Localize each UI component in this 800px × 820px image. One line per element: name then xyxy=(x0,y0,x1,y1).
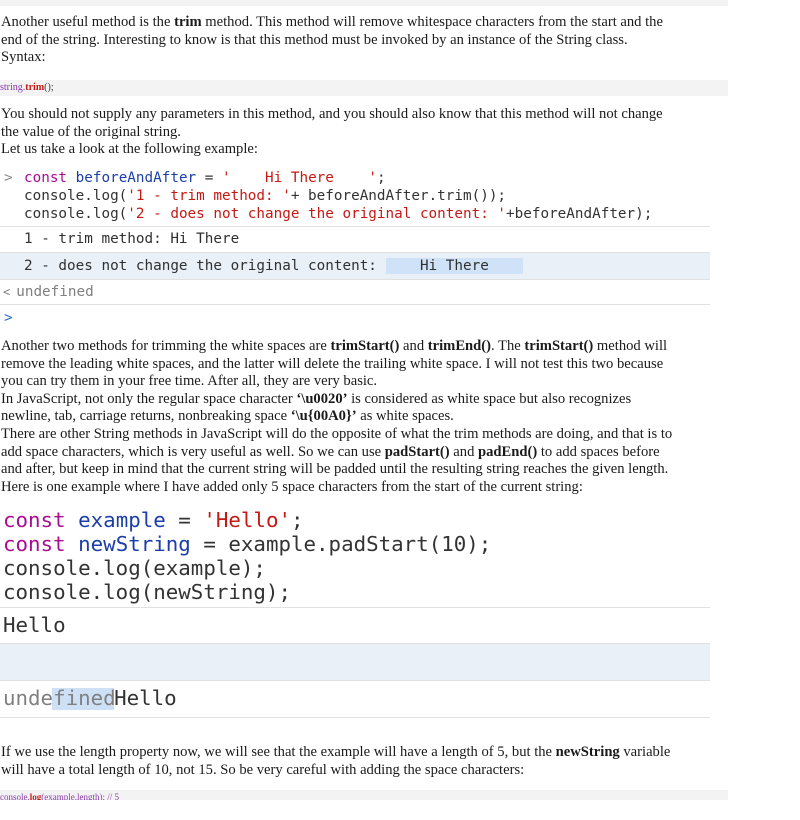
console-output-row: Hello xyxy=(3,613,66,637)
whitespace-highlight: Hi There xyxy=(385,258,524,274)
console-input-row[interactable]: > xyxy=(0,305,710,331)
paragraph-text: You should not supply any parameters in … xyxy=(1,106,663,122)
syntax-rest: (); xyxy=(44,82,54,93)
code-line-4: console.log(newString); xyxy=(3,580,291,604)
syntax-code-snippet: string.trim(); xyxy=(0,80,728,96)
syntax-method: trim xyxy=(25,82,45,93)
code-line-1: const example = 'Hello'; xyxy=(3,508,304,532)
return-value: undefined xyxy=(3,686,116,710)
intro-text: Another useful method is the xyxy=(1,14,175,30)
length-paragraph: If we use the length property now, we wi… xyxy=(1,744,671,778)
console-return-row: < undefined xyxy=(0,279,710,305)
console-prompt-icon: > xyxy=(4,170,13,186)
code-line-3: console.log('2 - does not change the ori… xyxy=(24,206,653,222)
output-text: 2 - does not change the original content… xyxy=(24,258,386,274)
syntax-label: Syntax: xyxy=(1,49,46,66)
code-line-3: console.log(example); xyxy=(3,556,266,580)
parameters-paragraph: You should not supply any parameters in … xyxy=(1,106,713,159)
paragraph-text: the value of the original string. xyxy=(1,123,181,140)
trim-variants-paragraph: Another two methods for trimming the whi… xyxy=(1,338,673,495)
console-output-row: 2 - does not change the original content… xyxy=(0,253,710,279)
console-prompt-icon: > xyxy=(4,310,13,326)
intro-text: method. This method will remove whitespa… xyxy=(201,14,663,30)
console-output-row: 1 - trim method: Hi There xyxy=(0,226,710,252)
output-text: 1 - trim method: Hi There xyxy=(24,231,240,247)
bottom-code-snippet: console.log(example.length); // 5 xyxy=(0,790,728,800)
syntax-object: string. xyxy=(0,82,26,93)
intro-paragraph: Another useful method is the trim method… xyxy=(1,14,713,67)
intro-text: end of the string. Interesting to know i… xyxy=(1,31,628,48)
output-text: Hello xyxy=(114,686,177,710)
code-line-1: const beforeAndAfter = ' Hi There '; xyxy=(24,170,386,186)
return-value: undefined xyxy=(16,284,94,300)
paragraph-text: Let us take a look at the following exam… xyxy=(1,141,258,158)
console-divider xyxy=(0,717,710,718)
trim-keyword: trim xyxy=(174,14,202,30)
return-arrow-icon: < xyxy=(3,285,11,299)
console-output-row: Hello xyxy=(0,644,710,710)
code-line-2: const newString = example.padStart(10); xyxy=(3,532,492,556)
code-line-2: console.log('1 - trim method: '+ beforeA… xyxy=(24,188,507,204)
top-code-snippet xyxy=(0,0,728,6)
